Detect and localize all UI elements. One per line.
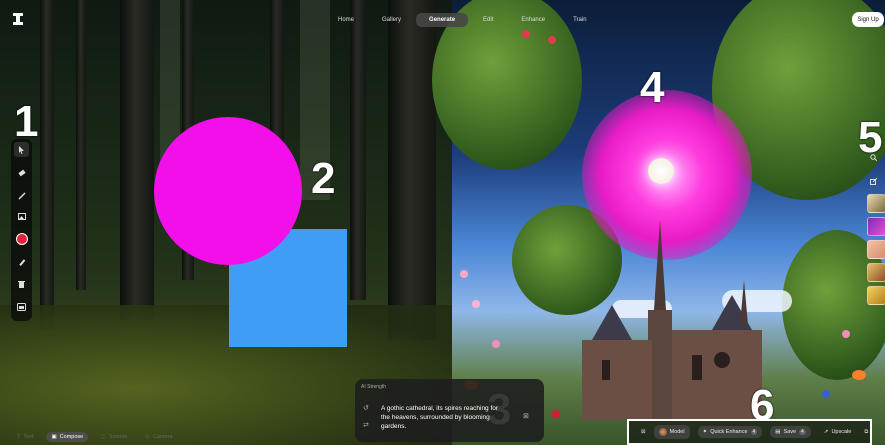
flower	[842, 330, 850, 338]
mode-compose[interactable]: ▣ Compose	[46, 432, 89, 442]
image-icon[interactable]: ⊠	[523, 412, 529, 420]
pencil-icon[interactable]	[14, 255, 29, 270]
magenta-circle-shape[interactable]	[154, 117, 302, 265]
tab-generate[interactable]: Generate	[416, 13, 469, 27]
tree-trunk	[76, 0, 86, 290]
marker-2: 2	[311, 154, 336, 203]
prompt-panel: AI Strength ↺ ⇄ A gothic cathedral, its …	[355, 379, 544, 442]
color-picker[interactable]	[16, 233, 28, 245]
canvas-icon[interactable]	[14, 299, 29, 314]
flower	[552, 410, 560, 418]
flower	[522, 30, 530, 38]
tab-enhance[interactable]: Enhance	[508, 13, 558, 27]
scenes-icon: ◻	[101, 434, 106, 440]
mode-bar: T Text ▣ Compose ◻ Scenes ◎ Camera	[12, 431, 178, 443]
tab-train[interactable]: Train	[560, 13, 599, 27]
right-toolbar	[864, 146, 885, 316]
image-icon[interactable]: ⊠	[641, 429, 646, 435]
search-icon[interactable]	[870, 154, 878, 163]
history-thumbnail[interactable]	[867, 194, 885, 213]
camera-icon: ◎	[145, 434, 150, 440]
upscale-button[interactable]: ➚ Upscale	[819, 426, 856, 438]
mode-text[interactable]: T Text	[12, 432, 38, 442]
compose-icon: ▣	[51, 434, 57, 440]
copy-icon[interactable]: ⧉	[864, 429, 868, 436]
model-avatar	[658, 428, 667, 436]
tree-trunk	[350, 0, 366, 300]
moon	[648, 158, 674, 184]
flower	[822, 390, 830, 398]
upscale-icon: ➚	[823, 429, 829, 435]
flower	[472, 300, 480, 308]
text-icon: T	[17, 434, 21, 440]
left-toolbar	[11, 139, 32, 321]
model-button[interactable]: Model	[653, 425, 690, 439]
tree-trunk	[40, 0, 54, 330]
image-icon[interactable]	[14, 209, 29, 224]
quick-enhance-button[interactable]: ✦ Quick Enhance 4	[697, 426, 763, 438]
marker-1: 1	[14, 97, 39, 146]
history-thumbnail[interactable]	[867, 263, 885, 282]
tree-trunk	[388, 0, 436, 340]
save-button[interactable]: ▤ Save 4	[770, 426, 811, 438]
undo-icon[interactable]: ↺	[363, 404, 369, 412]
signup-button[interactable]: Sign Up	[852, 12, 884, 27]
flower	[852, 370, 866, 380]
link-icon[interactable]: ⇄	[363, 421, 369, 429]
prompt-input[interactable]: A gothic cathedral, its spires reaching …	[381, 404, 501, 431]
select-icon[interactable]	[14, 142, 29, 157]
brush-icon[interactable]	[14, 188, 29, 203]
mode-scenes[interactable]: ◻ Scenes	[96, 432, 132, 442]
flower	[492, 340, 500, 348]
action-bar: ⊠ Model ✦ Quick Enhance 4 ▤ Save 4 ➚ Ups…	[627, 419, 872, 445]
top-nav: Home Gallery Generate Edit Enhance Train	[325, 11, 600, 29]
mode-camera[interactable]: ◎ Camera	[140, 432, 177, 442]
tab-edit[interactable]: Edit	[470, 13, 506, 27]
history-thumbnail[interactable]	[867, 217, 885, 236]
flower	[548, 36, 556, 44]
history-thumbnail[interactable]	[867, 286, 885, 305]
save-icon: ▤	[775, 429, 781, 435]
export-icon[interactable]	[870, 177, 878, 187]
trash-icon[interactable]	[14, 276, 29, 291]
marker-4: 4	[640, 63, 665, 112]
ai-strength-label[interactable]: AI Strength	[361, 384, 386, 390]
tree-trunk	[120, 0, 154, 320]
logo-icon[interactable]	[13, 13, 23, 25]
eraser-icon[interactable]	[14, 165, 29, 180]
flower	[460, 270, 468, 278]
history-thumbnail[interactable]	[867, 240, 885, 259]
tab-gallery[interactable]: Gallery	[369, 13, 414, 27]
sparkle-icon: ✦	[702, 429, 708, 435]
tab-home[interactable]: Home	[325, 13, 367, 27]
